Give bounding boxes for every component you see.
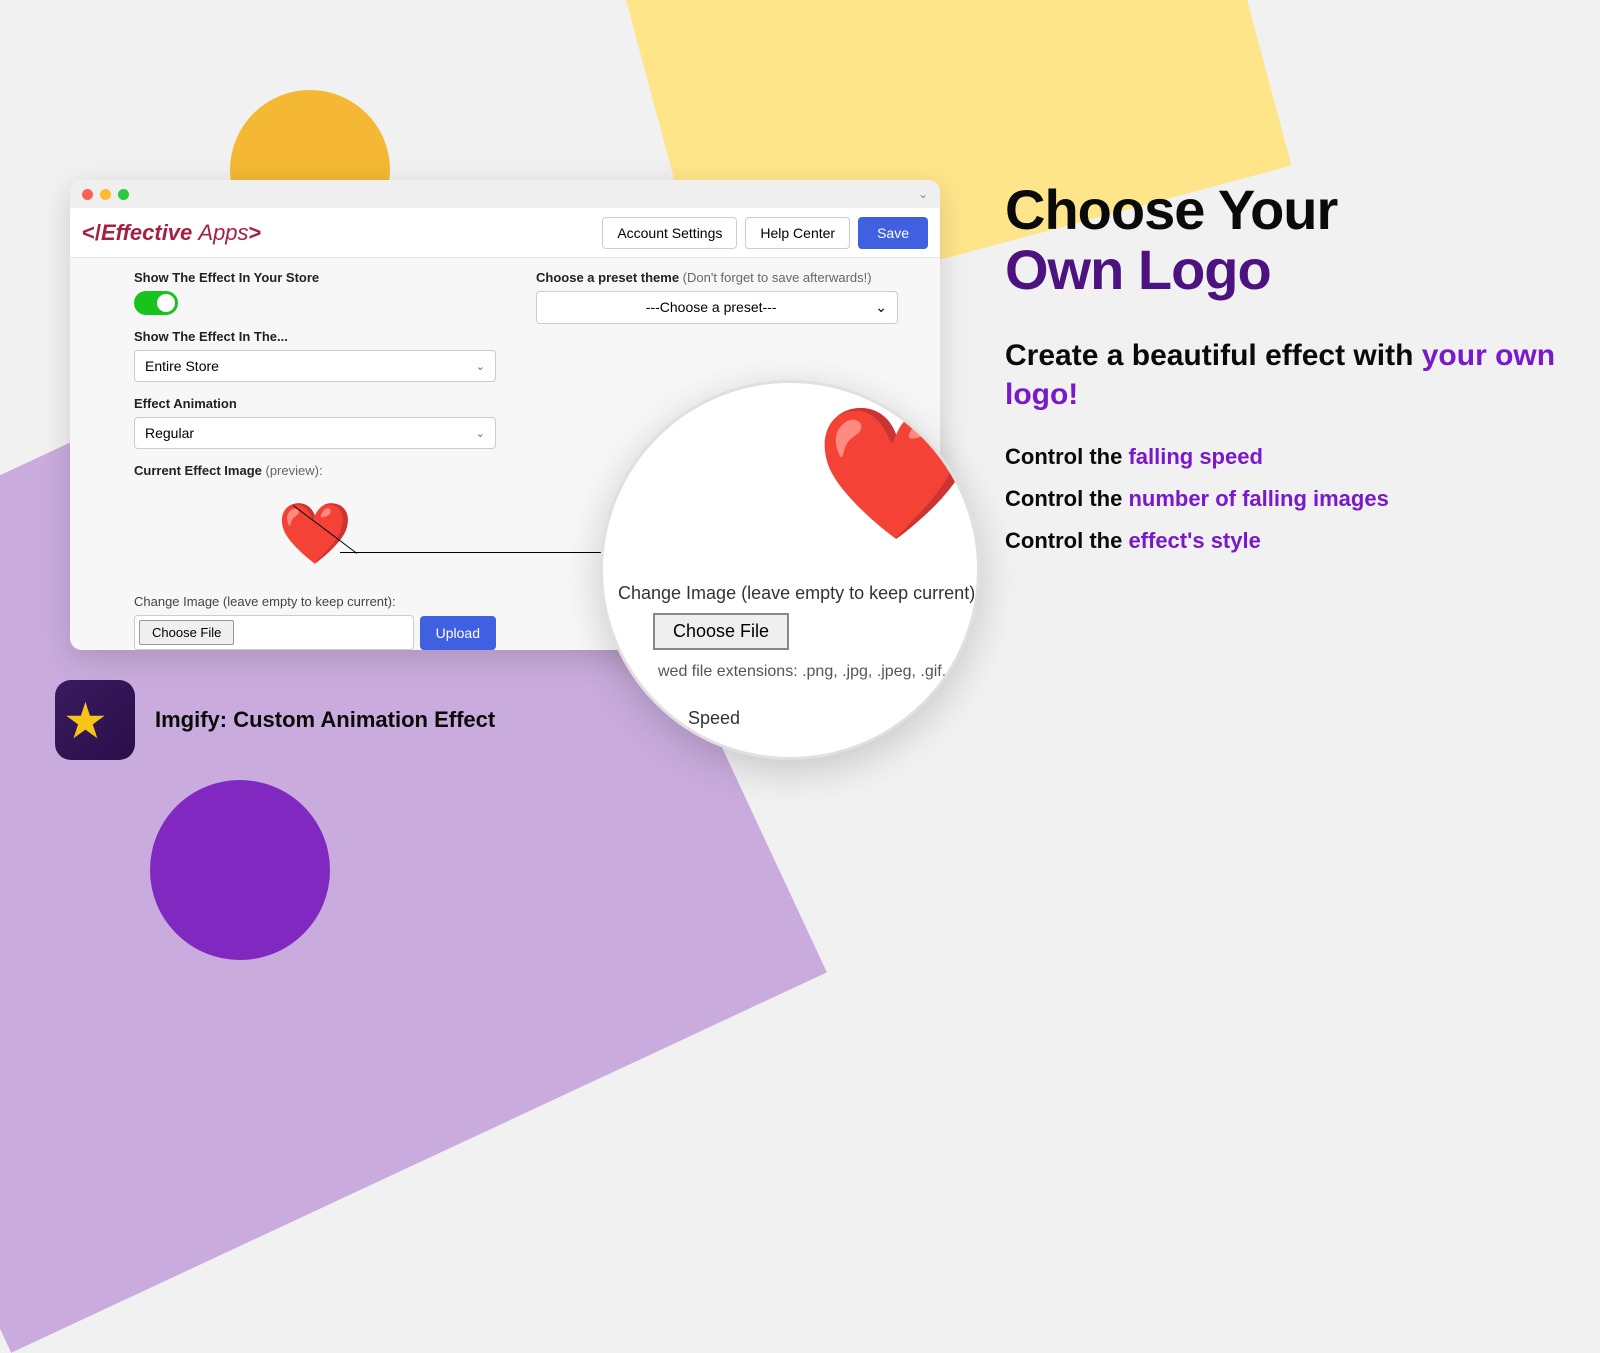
feature-3: Control the effect's style: [1005, 528, 1565, 554]
app-header: </Effective Apps> Account Settings Help …: [70, 208, 940, 258]
close-icon[interactable]: [82, 189, 93, 200]
zoom-change-image-label: Change Image (leave empty to keep curren…: [618, 583, 975, 604]
effect-preview: ❤️: [134, 484, 496, 594]
choose-file-button[interactable]: Choose File: [139, 620, 234, 645]
zoom-extensions-text: wed file extensions: .png, .jpg, .jpeg, …: [658, 663, 980, 681]
change-image-label: Change Image (leave empty to keep curren…: [134, 594, 496, 609]
show-effect-toggle[interactable]: [134, 291, 178, 315]
chevron-down-icon: ⌄: [476, 360, 485, 373]
chevron-down-icon: ⌄: [476, 427, 485, 440]
preset-value: ---Choose a preset---: [547, 299, 875, 316]
titlebar: ⌄: [70, 180, 940, 208]
minimize-icon[interactable]: [100, 189, 111, 200]
chevron-down-icon: ⌄: [875, 299, 887, 316]
animation-value: Regular: [145, 425, 194, 441]
logo: </Effective Apps>: [82, 220, 261, 246]
preset-label: Choose a preset theme (Don't forget to s…: [536, 270, 898, 285]
maximize-icon[interactable]: [118, 189, 129, 200]
zoom-detail: ❤️ Change Image (leave empty to keep cur…: [600, 380, 980, 760]
app-name: Imgify: Custom Animation Effect: [155, 707, 495, 733]
file-input[interactable]: Choose File: [134, 615, 414, 650]
subheadline: Create a beautiful effect with your own …: [1005, 336, 1565, 414]
heart-icon: ❤️: [278, 504, 353, 564]
zoom-choose-file-button[interactable]: Choose File: [653, 613, 789, 650]
marketing-panel: Choose Your Own Logo Create a beautiful …: [1005, 180, 1565, 570]
preset-select[interactable]: ---Choose a preset--- ⌄: [536, 291, 898, 324]
save-button[interactable]: Save: [858, 217, 928, 249]
connector-line: [340, 552, 610, 553]
app-icon: ★: [55, 680, 135, 760]
show-effect-label: Show The Effect In Your Store: [134, 270, 496, 285]
show-in-value: Entire Store: [145, 358, 219, 374]
chevron-down-icon[interactable]: ⌄: [918, 187, 928, 201]
animation-label: Effect Animation: [134, 396, 496, 411]
account-settings-button[interactable]: Account Settings: [602, 217, 737, 249]
show-in-select[interactable]: Entire Store ⌄: [134, 350, 496, 382]
show-in-label: Show The Effect In The...: [134, 329, 496, 344]
upload-button[interactable]: Upload: [420, 616, 496, 650]
help-center-button[interactable]: Help Center: [745, 217, 850, 249]
headline: Choose Your Own Logo: [1005, 180, 1565, 301]
feature-2: Control the number of falling images: [1005, 486, 1565, 512]
heart-icon: ❤️: [815, 408, 977, 538]
current-image-label: Current Effect Image (preview):: [134, 463, 496, 478]
zoom-speed-label: Speed: [688, 708, 740, 729]
star-icon: ★: [63, 692, 108, 750]
feature-1: Control the falling speed: [1005, 444, 1565, 470]
animation-select[interactable]: Regular ⌄: [134, 417, 496, 449]
